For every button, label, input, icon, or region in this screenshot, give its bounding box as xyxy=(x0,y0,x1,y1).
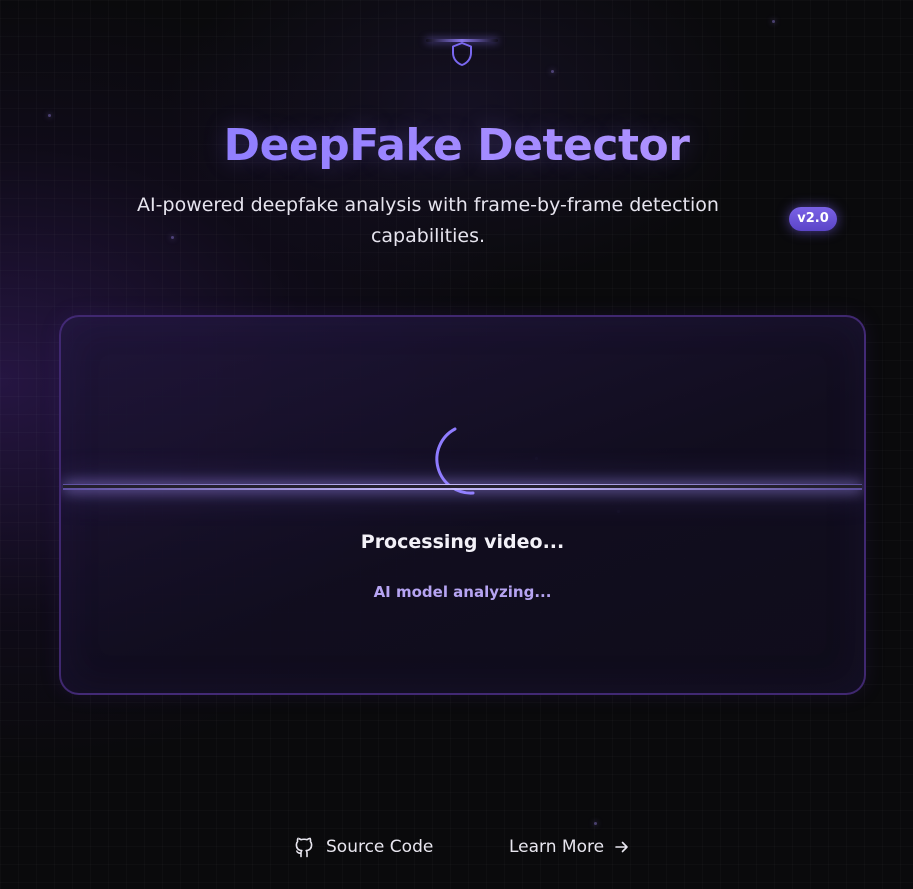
learn-more-label: Learn More xyxy=(509,837,605,857)
version-badge: v2.0 xyxy=(789,207,837,231)
decorative-dot xyxy=(551,70,554,73)
learn-more-link[interactable]: Learn More xyxy=(509,832,630,862)
page-title: DeepFake Detector xyxy=(0,118,913,174)
processing-status: Processing video... xyxy=(360,531,565,553)
page-subtitle: AI-powered deepfake analysis with frame-… xyxy=(137,194,719,247)
source-code-label: Source Code xyxy=(326,837,434,857)
github-icon xyxy=(295,837,313,858)
scan-line-core xyxy=(63,485,862,488)
decorative-dot xyxy=(48,114,51,117)
decorative-dot xyxy=(772,20,775,23)
processing-card: Processing video... AI model analyzing..… xyxy=(59,315,866,695)
footer: Source Code Learn More xyxy=(0,832,913,862)
arrow-right-icon xyxy=(615,841,628,853)
logo xyxy=(426,36,498,70)
source-code-link[interactable]: Source Code xyxy=(294,832,433,862)
processing-detail: AI model analyzing... xyxy=(373,583,552,601)
shield-icon xyxy=(452,42,472,66)
page: DeepFake Detector AI-powered deepfake an… xyxy=(0,0,913,889)
decorative-dot xyxy=(594,822,597,825)
